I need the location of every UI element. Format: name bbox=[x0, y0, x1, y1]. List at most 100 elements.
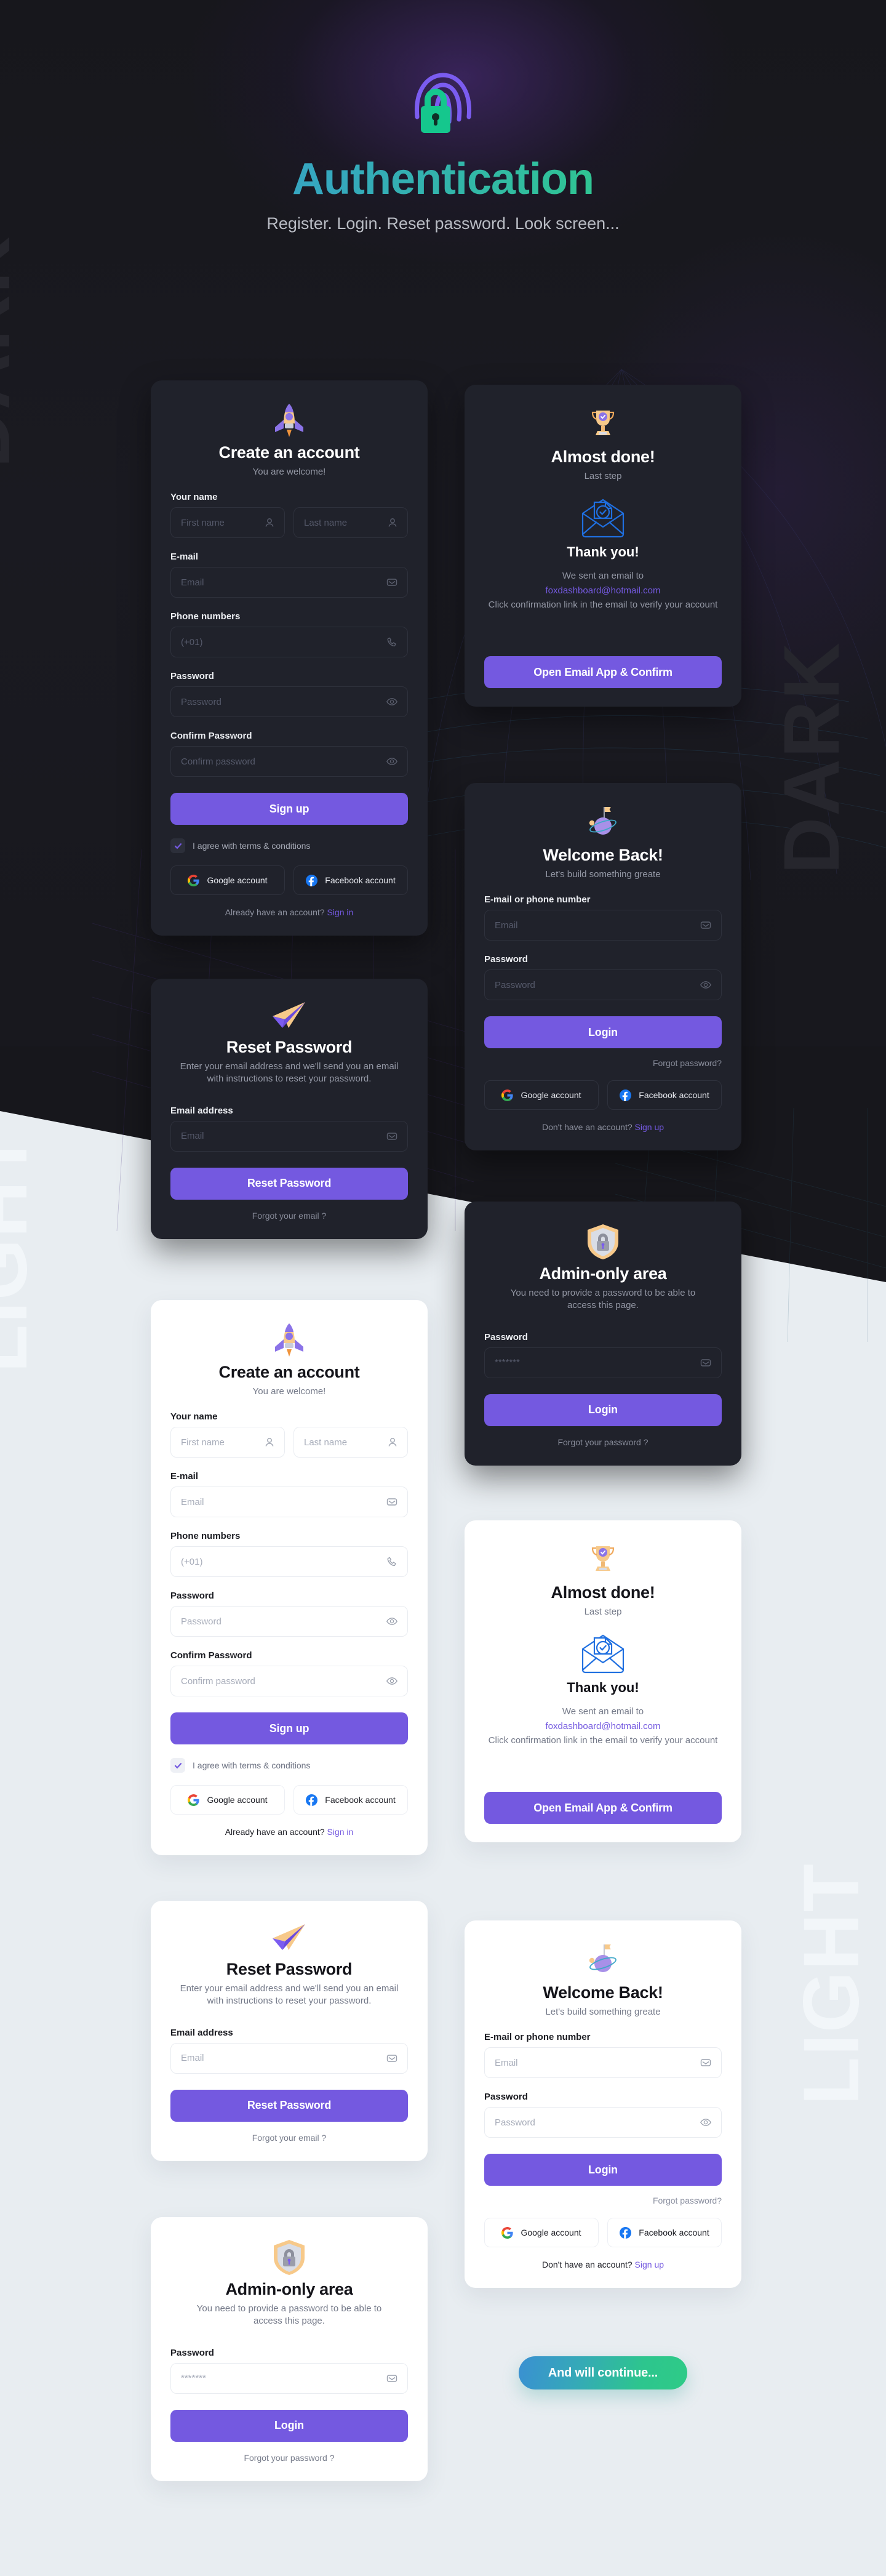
eye-icon[interactable] bbox=[700, 979, 712, 991]
envelope-icon bbox=[386, 1130, 398, 1142]
thank-you-line3: verify your account bbox=[640, 1735, 718, 1746]
signup-password-label: Password bbox=[170, 671, 214, 682]
admin-title: Admin-only area bbox=[539, 1264, 667, 1283]
envelope-icon bbox=[386, 2052, 398, 2064]
checkbox-checked-icon[interactable] bbox=[170, 838, 185, 854]
admin-password-input[interactable]: ******* bbox=[170, 2362, 408, 2394]
admin-password-label: Password bbox=[170, 2347, 214, 2358]
reset-password-card-dark: Reset Password Enter your email address … bbox=[151, 979, 428, 1239]
google-account-button[interactable]: Google account bbox=[484, 2218, 599, 2248]
facebook-account-button[interactable]: Facebook account bbox=[293, 865, 408, 896]
google-account-label: Google account bbox=[521, 1090, 581, 1101]
reset-title: Reset Password bbox=[226, 1960, 353, 1978]
login-submit-button[interactable]: Login bbox=[484, 2154, 722, 2186]
confirmation-email[interactable]: foxdashboard@hotmail.com bbox=[484, 584, 722, 598]
envelope-check-icon bbox=[581, 1634, 625, 1674]
confirm-password-input[interactable]: Confirm password bbox=[170, 1666, 408, 1697]
almost-done-card-light: Almost done! Last step Thank you! We sen… bbox=[465, 1520, 741, 1842]
signup-card-light: Create an account You are welcome! Your … bbox=[151, 1300, 428, 1856]
forgot-admin-password-link[interactable]: Forgot your password ? bbox=[170, 2453, 408, 2463]
signup-confirm-label: Confirm Password bbox=[170, 731, 252, 742]
eye-icon[interactable] bbox=[386, 696, 398, 708]
forgot-email-link[interactable]: Forgot your email ? bbox=[170, 2133, 408, 2143]
login-email-input[interactable]: Email bbox=[484, 910, 722, 941]
signup-submit-button[interactable]: Sign up bbox=[170, 793, 408, 825]
thank-you-line3: verify your account bbox=[640, 599, 718, 610]
thank-you-line2: Click confirmation link in the email to bbox=[488, 599, 638, 610]
google-account-button[interactable]: Google account bbox=[170, 1785, 285, 1815]
first-name-input[interactable]: First name bbox=[170, 1427, 285, 1458]
signup-phone-label: Phone numbers bbox=[170, 611, 241, 622]
and-will-continue-button[interactable]: And will continue... bbox=[519, 2356, 687, 2389]
sign-up-link[interactable]: Sign up bbox=[635, 1122, 664, 1132]
eye-icon[interactable] bbox=[386, 1615, 398, 1627]
confirm-password-input[interactable]: Confirm password bbox=[170, 746, 408, 777]
login-password-input[interactable]: Password bbox=[484, 2107, 722, 2138]
confirmation-email[interactable]: foxdashboard@hotmail.com bbox=[484, 1719, 722, 1733]
admin-password-input[interactable]: ******* bbox=[484, 1347, 722, 1378]
login-subtitle: Let's build something greate bbox=[545, 2007, 661, 2017]
checkbox-checked-icon[interactable] bbox=[170, 1758, 185, 1773]
planet-flag-icon bbox=[589, 807, 617, 835]
sign-in-link[interactable]: Sign in bbox=[327, 1827, 353, 1837]
facebook-account-button[interactable]: Facebook account bbox=[607, 1080, 722, 1110]
reset-submit-button[interactable]: Reset Password bbox=[170, 1167, 408, 1200]
first-name-input[interactable]: First name bbox=[170, 507, 285, 539]
login-submit-button[interactable]: Login bbox=[484, 1016, 722, 1049]
reset-subtitle: Enter your email address and we'll send … bbox=[180, 1983, 399, 2007]
facebook-account-button[interactable]: Facebook account bbox=[293, 1785, 408, 1815]
admin-subtitle: You need to provide a password to be abl… bbox=[196, 2303, 382, 2327]
password-input[interactable]: Password bbox=[170, 1606, 408, 1637]
reset-subtitle: Enter your email address and we'll send … bbox=[180, 1061, 399, 1085]
email-input[interactable]: Email bbox=[170, 1487, 408, 1518]
facebook-icon bbox=[620, 1089, 632, 1101]
eye-icon[interactable] bbox=[700, 2116, 712, 2129]
signup-email-label: E-mail bbox=[170, 552, 199, 563]
login-card-light: Welcome Back! Let's build something grea… bbox=[465, 1920, 741, 2289]
facebook-account-button[interactable]: Facebook account bbox=[607, 2218, 722, 2248]
phone-input[interactable]: (+01) bbox=[170, 627, 408, 658]
eye-icon[interactable] bbox=[386, 755, 398, 768]
open-email-app-button[interactable]: Open Email App & Confirm bbox=[484, 1792, 722, 1824]
envelope-check-icon bbox=[581, 499, 625, 538]
reset-submit-button[interactable]: Reset Password bbox=[170, 2089, 408, 2122]
login-password-input[interactable]: Password bbox=[484, 969, 722, 1001]
login-email-input[interactable]: Email bbox=[484, 2047, 722, 2079]
forgot-password-link[interactable]: Forgot password? bbox=[484, 1058, 722, 1068]
google-account-label: Google account bbox=[207, 1795, 268, 1805]
admin-title: Admin-only area bbox=[225, 2280, 353, 2298]
user-icon bbox=[387, 517, 398, 528]
eye-icon[interactable] bbox=[386, 1675, 398, 1687]
user-icon bbox=[387, 1437, 398, 1448]
trophy-icon bbox=[591, 411, 615, 435]
reset-email-input[interactable]: Email bbox=[170, 1120, 408, 1152]
terms-checkbox-row[interactable]: I agree with terms & conditions bbox=[170, 1758, 408, 1773]
forgot-email-link[interactable]: Forgot your email ? bbox=[170, 1211, 408, 1221]
phone-input[interactable]: (+01) bbox=[170, 1546, 408, 1578]
last-name-input[interactable]: Last name bbox=[293, 1427, 408, 1458]
planet-flag-icon bbox=[589, 1944, 617, 1972]
open-email-app-button[interactable]: Open Email App & Confirm bbox=[484, 656, 722, 688]
terms-checkbox-row[interactable]: I agree with terms & conditions bbox=[170, 838, 408, 854]
trophy-icon bbox=[591, 1546, 615, 1571]
google-account-button[interactable]: Google account bbox=[170, 865, 285, 896]
admin-submit-button[interactable]: Login bbox=[484, 1394, 722, 1426]
facebook-account-label: Facebook account bbox=[639, 2228, 709, 2238]
google-account-button[interactable]: Google account bbox=[484, 1080, 599, 1110]
email-input[interactable]: Email bbox=[170, 567, 408, 598]
sign-up-link[interactable]: Sign up bbox=[635, 2260, 664, 2269]
last-name-input[interactable]: Last name bbox=[293, 507, 408, 539]
sign-in-link[interactable]: Sign in bbox=[327, 907, 353, 917]
facebook-account-label: Facebook account bbox=[325, 1795, 396, 1805]
forgot-password-link[interactable]: Forgot password? bbox=[484, 2196, 722, 2205]
password-input[interactable]: Password bbox=[170, 686, 408, 718]
admin-submit-button[interactable]: Login bbox=[170, 2409, 408, 2442]
login-subtitle: Let's build something greate bbox=[545, 869, 661, 880]
reset-email-input[interactable]: Email bbox=[170, 2042, 408, 2074]
admin-password-label: Password bbox=[484, 1331, 528, 1342]
forgot-admin-password-link[interactable]: Forgot your password ? bbox=[484, 1437, 722, 1447]
envelope-icon bbox=[386, 576, 398, 588]
signup-submit-button[interactable]: Sign up bbox=[170, 1712, 408, 1745]
google-account-label: Google account bbox=[207, 875, 268, 886]
facebook-icon bbox=[620, 2226, 632, 2239]
